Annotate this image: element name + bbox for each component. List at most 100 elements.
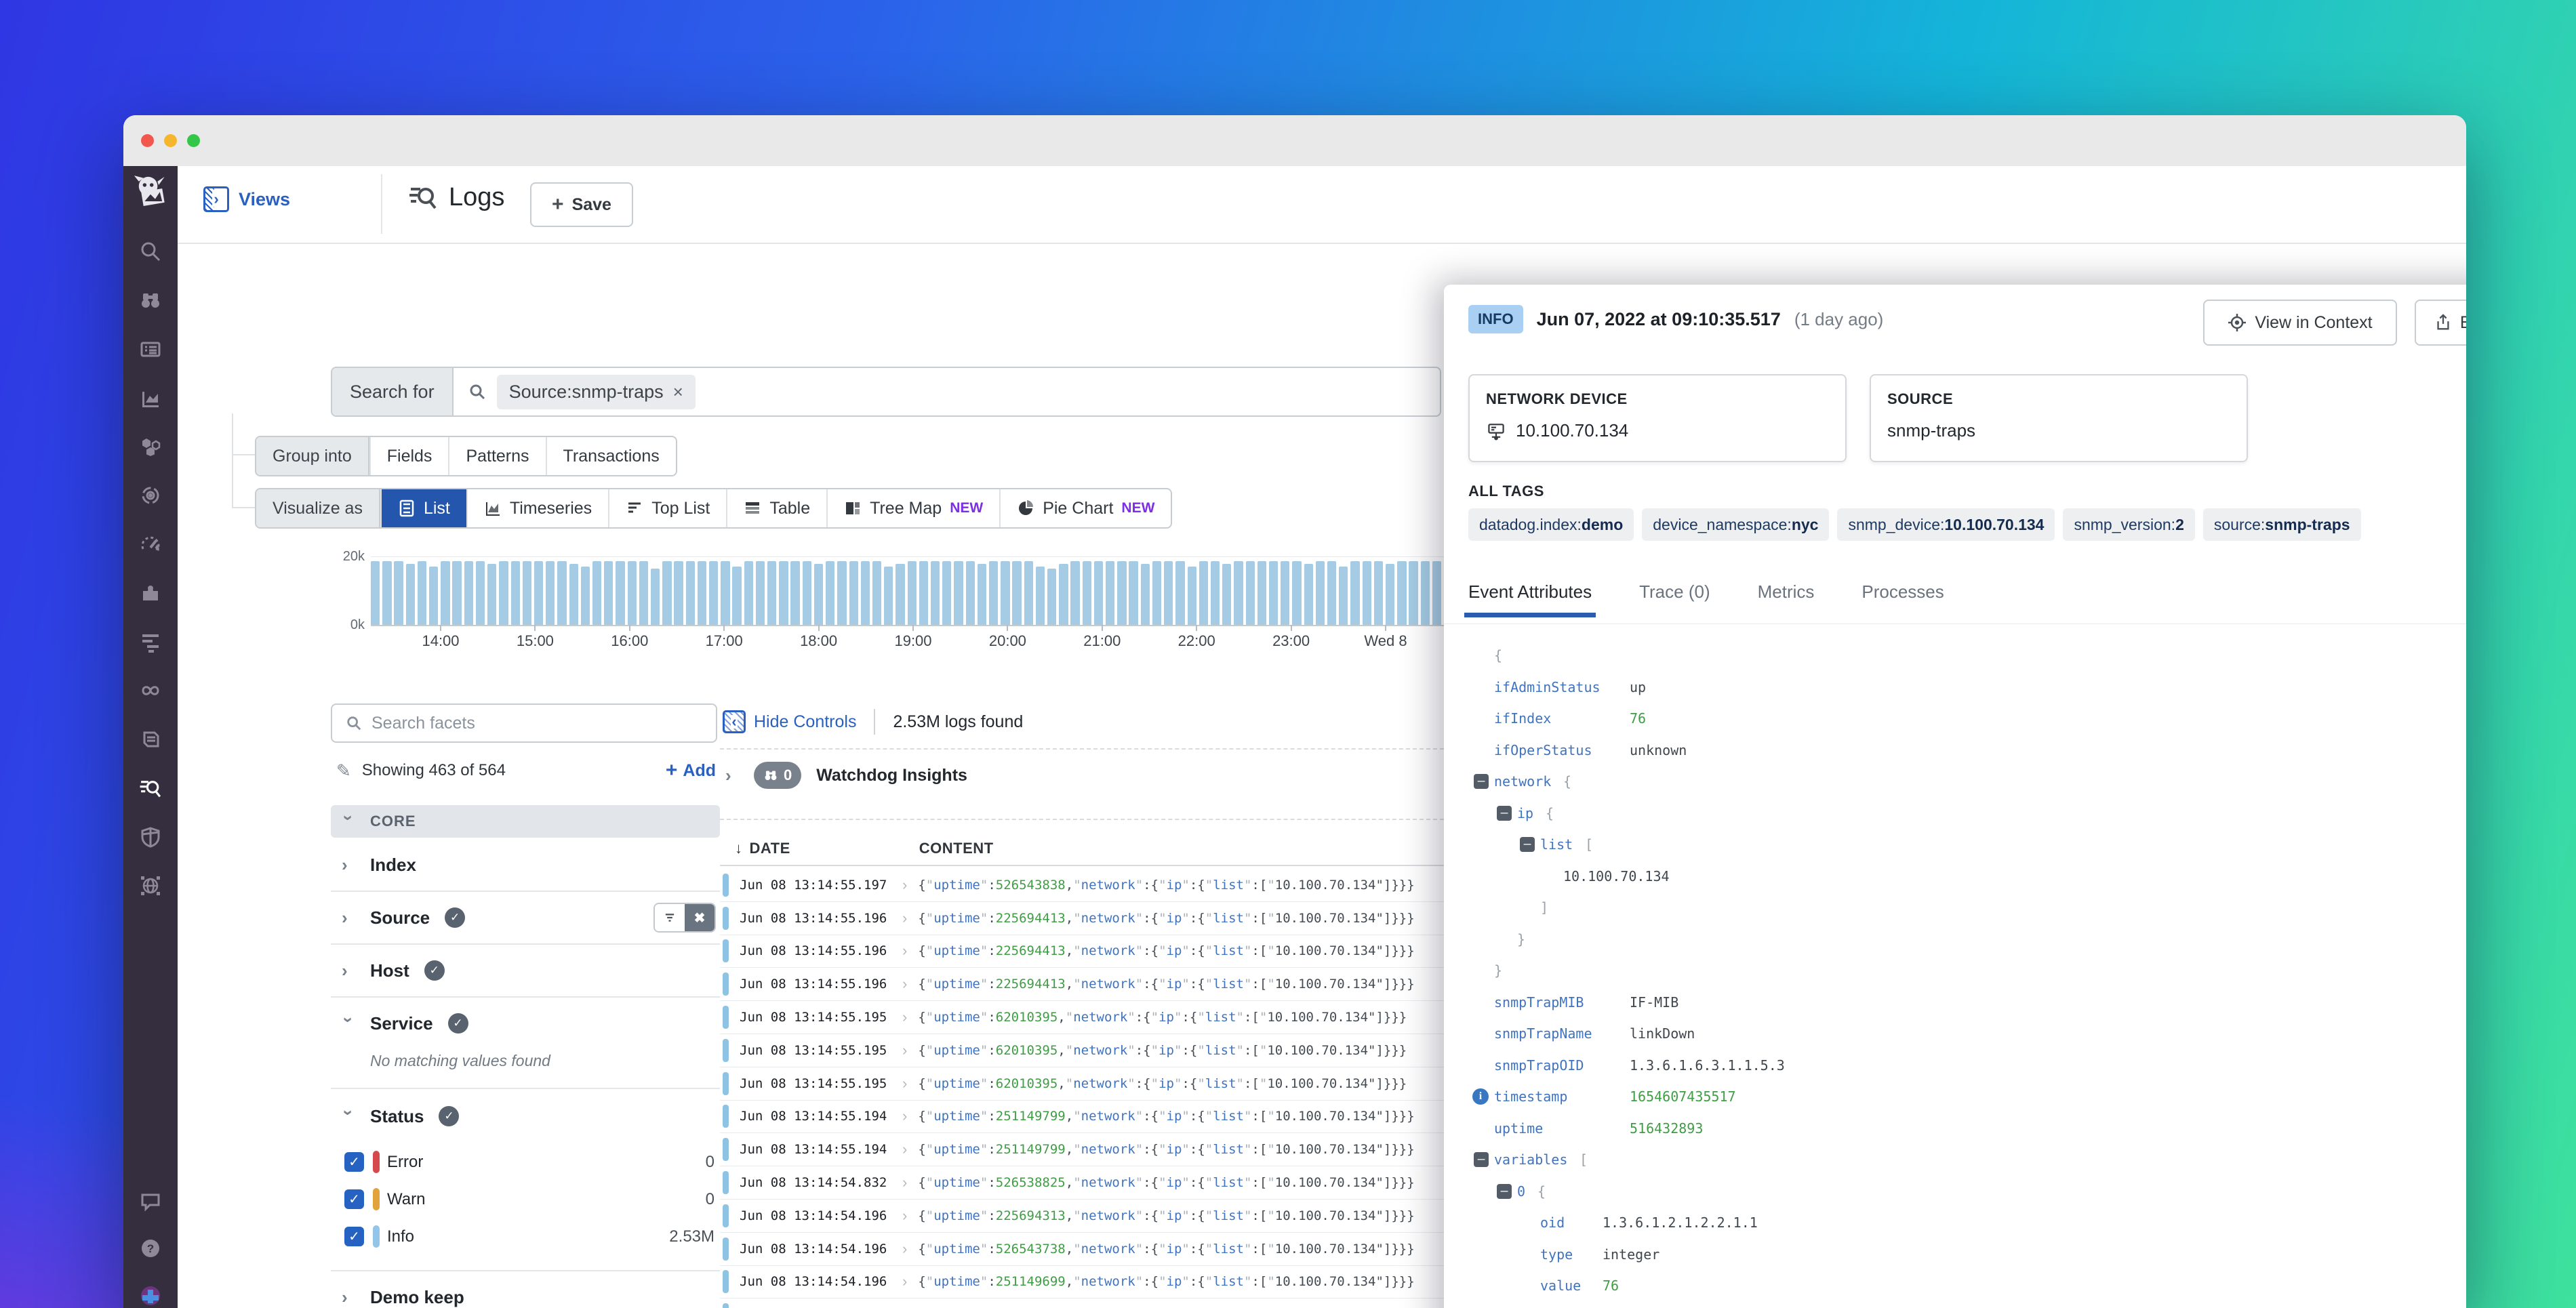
histogram-bar[interactable] — [1036, 567, 1045, 625]
viz-option-top-list[interactable]: Top List — [608, 489, 726, 527]
histogram-bar[interactable] — [884, 567, 893, 625]
histogram-bar[interactable] — [989, 561, 998, 625]
sidebar-item-ci-loop[interactable] — [138, 678, 163, 703]
log-row[interactable]: Jun 08 13:14:55.194›{"uptime":251149799,… — [720, 1101, 1444, 1134]
histogram-bar[interactable] — [394, 561, 403, 625]
histogram-bar[interactable] — [1246, 561, 1255, 625]
views-menu[interactable]: › Views — [203, 186, 290, 212]
histogram-bar[interactable] — [1397, 561, 1406, 625]
histogram-bar[interactable] — [1350, 561, 1359, 625]
histogram-bar[interactable] — [616, 561, 624, 625]
histogram-bar[interactable] — [1386, 564, 1394, 625]
tab-processes[interactable]: Processes — [1861, 581, 1944, 617]
log-row[interactable]: Jun 08 13:14:55.196›{"uptime":225694413,… — [720, 902, 1444, 935]
histogram-bar[interactable] — [1152, 561, 1161, 625]
histogram-bar[interactable] — [686, 561, 695, 625]
viz-option-list[interactable]: List — [380, 489, 466, 527]
histogram-bar[interactable] — [1327, 561, 1336, 625]
log-row[interactable]: Jun 08 13:14:55.197›{"uptime":526543838,… — [720, 869, 1444, 902]
histogram-bar[interactable] — [581, 567, 590, 625]
sidebar-item-integrations-puzzle[interactable] — [138, 581, 163, 605]
histogram-bar[interactable] — [1024, 561, 1033, 625]
sort-descending-icon[interactable]: ↓ — [735, 840, 743, 857]
histogram-bar[interactable] — [721, 561, 729, 625]
log-row[interactable]: Jun 08 13:14:54.832›{"uptime":526538825,… — [720, 1166, 1444, 1200]
json-tree-line[interactable]: itimestamp1654607435517 — [1468, 1081, 2466, 1113]
sidebar-item-metrics-chart[interactable] — [138, 386, 163, 410]
json-tree-line[interactable]: –0{ — [1468, 1176, 2466, 1208]
facet-title[interactable]: ›Index — [331, 839, 720, 891]
histogram-bar[interactable] — [476, 561, 485, 625]
sidebar-item-chat-bubble[interactable] — [138, 1189, 163, 1213]
histogram-bar[interactable] — [371, 561, 380, 625]
histogram-bar[interactable] — [966, 561, 975, 625]
tag-chip[interactable]: snmp_version:2 — [2063, 508, 2194, 541]
histogram-bar[interactable] — [849, 561, 858, 625]
histogram-bar[interactable] — [1374, 561, 1383, 625]
facet-clear-button[interactable]: ✖ — [685, 904, 715, 931]
histogram-bar[interactable] — [1012, 561, 1021, 625]
histogram-bar[interactable] — [604, 561, 613, 625]
log-search-bar[interactable]: Search for Source:snmp-traps × — [331, 367, 1441, 417]
collapse-minus-icon[interactable]: – — [1474, 774, 1489, 789]
log-row[interactable]: Jun 08 13:14:55.195›{"uptime":62010395,"… — [720, 1001, 1444, 1034]
histogram-bar[interactable] — [592, 561, 601, 625]
facet-title[interactable]: ›Source✓✖ — [331, 892, 720, 943]
json-tree-line[interactable]: value76 — [1468, 1270, 2466, 1302]
histogram-bar[interactable] — [487, 564, 496, 625]
histogram-bar[interactable] — [698, 561, 706, 625]
histogram-bar[interactable] — [557, 561, 566, 625]
histogram-bar[interactable] — [1211, 561, 1220, 625]
histogram-bar[interactable] — [1199, 561, 1208, 625]
facet-group-core[interactable]: › CORE — [331, 805, 720, 838]
json-tree-line[interactable]: –network{ — [1468, 766, 2466, 798]
json-tree-line[interactable]: –variables[ — [1468, 1144, 2466, 1176]
json-tree-line[interactable]: ifIndex76 — [1468, 703, 2466, 735]
tab-trace-0-[interactable]: Trace (0) — [1639, 581, 1710, 617]
histogram-bar[interactable] — [1141, 564, 1150, 625]
sidebar-item-dashboards[interactable] — [138, 337, 163, 361]
sidebar-item-search[interactable] — [138, 239, 163, 264]
datadog-logo[interactable] — [129, 171, 172, 215]
histogram-bar[interactable] — [674, 561, 683, 625]
sidebar-item-help-question[interactable]: ? — [138, 1236, 163, 1261]
source-card[interactable]: SOURCE snmp-traps — [1870, 374, 2248, 462]
tag-chip[interactable]: device_namespace:nyc — [1642, 508, 1829, 541]
histogram-bar[interactable] — [464, 561, 473, 625]
histogram-bar[interactable] — [767, 561, 776, 625]
info-icon[interactable]: i — [1472, 1088, 1489, 1105]
minimize-traffic-light[interactable] — [164, 134, 177, 147]
histogram-bar[interactable] — [1234, 561, 1243, 625]
histogram-bar[interactable] — [441, 561, 449, 625]
histogram-bar[interactable] — [546, 561, 555, 625]
add-facet-button[interactable]: +Add — [666, 759, 716, 782]
tab-event-attributes[interactable]: Event Attributes — [1468, 581, 1592, 617]
facet-title[interactable]: ›Status✓ — [331, 1089, 720, 1143]
histogram-bar[interactable] — [908, 561, 917, 625]
json-tree-line[interactable]: snmpTrapMIBIF-MIB — [1468, 987, 2466, 1019]
histogram-bar[interactable] — [1059, 564, 1068, 625]
histogram-bar[interactable] — [651, 569, 660, 625]
checkbox-checked[interactable]: ✓ — [344, 1227, 364, 1246]
log-row[interactable]: Jun 08 13:14:54.196›{"uptime":251149699,… — [720, 1266, 1444, 1299]
histogram-bar[interactable] — [931, 561, 940, 625]
histogram-bar[interactable] — [861, 561, 870, 625]
log-row[interactable]: Jun 08 13:14:55.195›{"uptime":62010395,"… — [720, 1034, 1444, 1067]
collapse-minus-icon[interactable]: – — [1497, 1184, 1512, 1199]
histogram-bar[interactable] — [1117, 561, 1126, 625]
histogram-bar[interactable] — [803, 561, 811, 625]
histogram-bar[interactable] — [1094, 561, 1103, 625]
histogram-bar[interactable] — [628, 561, 637, 625]
histogram-bar[interactable] — [1421, 561, 1430, 625]
json-tree-line[interactable]: typeinteger — [1468, 1239, 2466, 1271]
histogram-bar[interactable] — [1047, 569, 1056, 625]
collapse-minus-icon[interactable]: – — [1520, 837, 1535, 852]
tag-chip[interactable]: datadog.index:demo — [1468, 508, 1634, 541]
facet-title[interactable]: ›Host✓ — [331, 945, 720, 996]
checkbox-checked[interactable]: ✓ — [344, 1152, 364, 1172]
histogram-bar[interactable] — [732, 567, 741, 625]
json-tree-line[interactable]: ifOperStatusunknown — [1468, 735, 2466, 767]
facet-title[interactable]: ›Service✓ — [331, 998, 720, 1049]
histogram-bar[interactable] — [1269, 561, 1278, 625]
maximize-traffic-light[interactable] — [187, 134, 200, 147]
